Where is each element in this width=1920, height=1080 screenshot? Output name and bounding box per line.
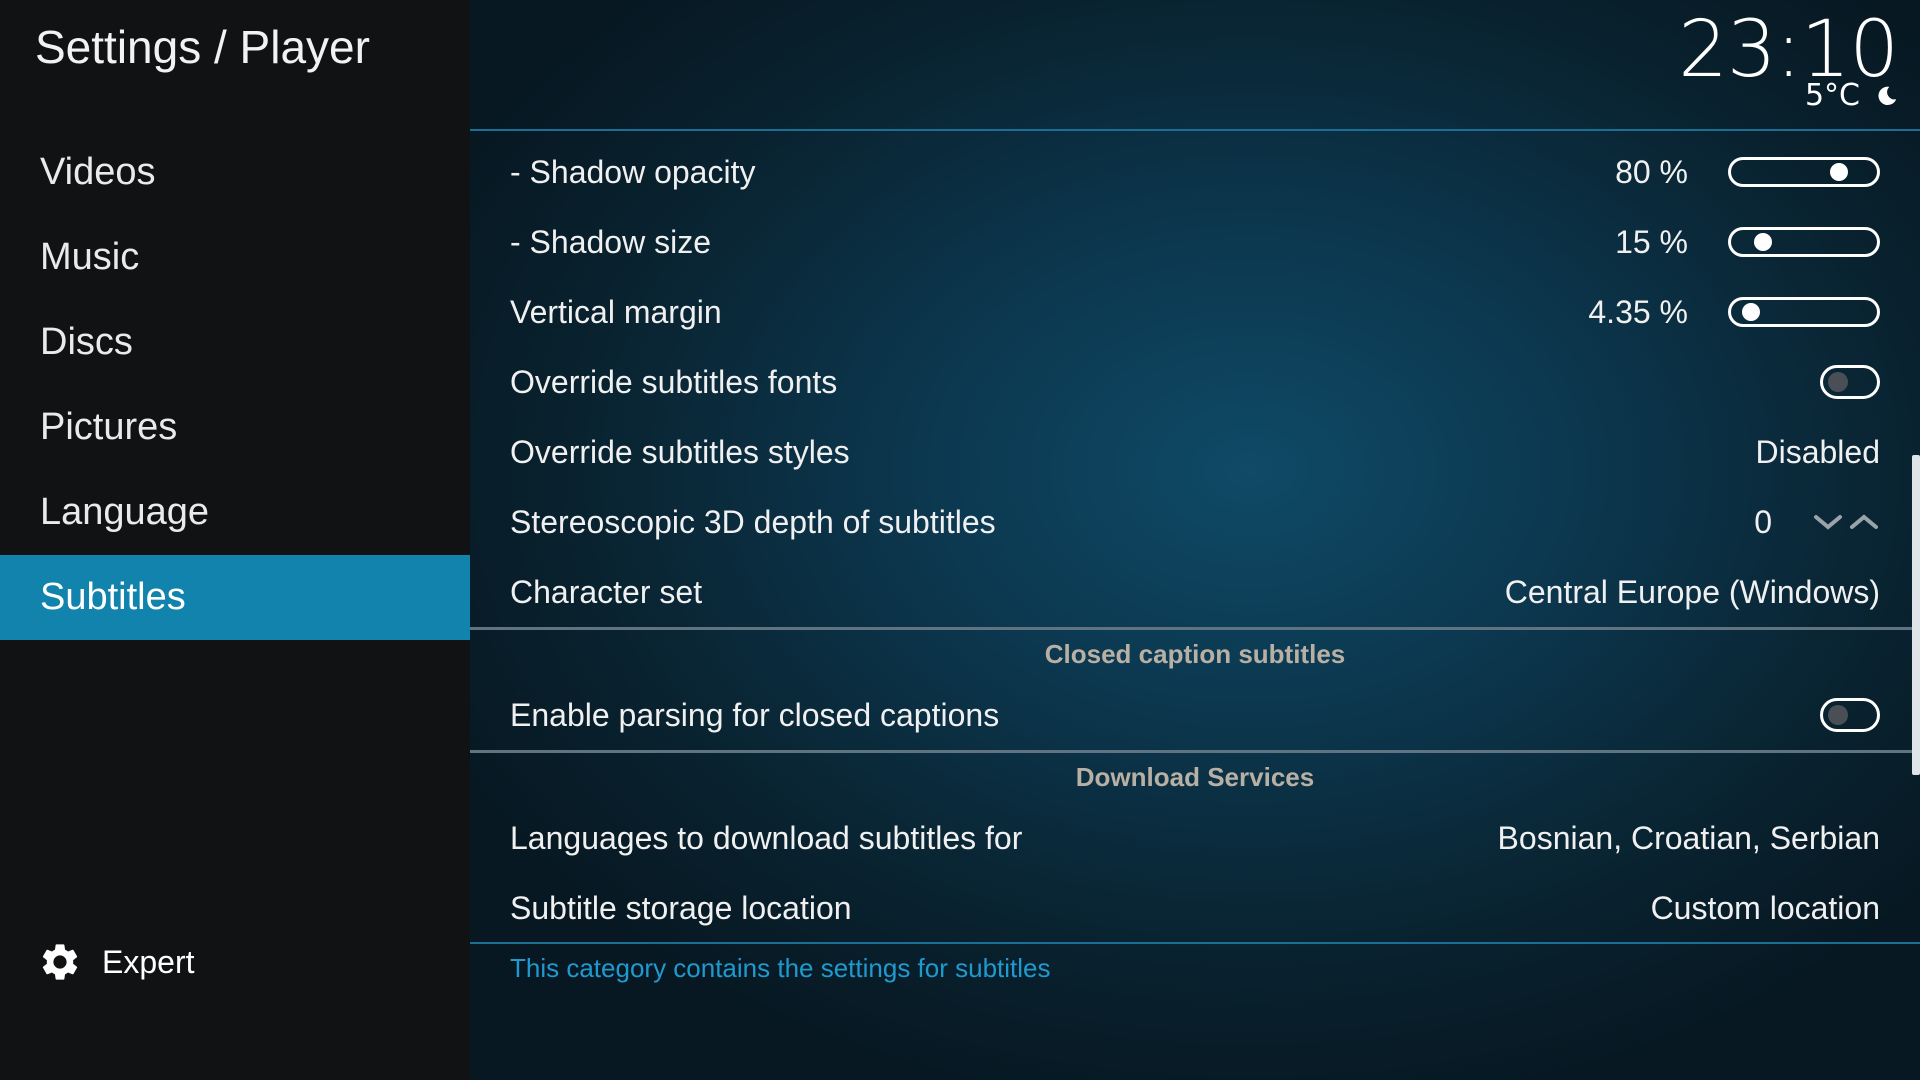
setting-value: Central Europe (Windows) <box>1504 573 1880 610</box>
setting-label: Subtitle storage location <box>510 889 852 926</box>
setting-override-styles[interactable]: Override subtitles styles Disabled <box>470 417 1880 487</box>
header-divider <box>470 129 1920 131</box>
category-description: This category contains the settings for … <box>510 953 1051 983</box>
section-divider <box>470 750 1920 753</box>
shadow-size-slider[interactable] <box>1728 227 1880 257</box>
sidebar-item-music[interactable]: Music <box>0 215 470 300</box>
expert-label: Expert <box>102 943 195 980</box>
section-title-download-services: Download Services <box>1075 762 1315 792</box>
sidebar-item-subtitles[interactable]: Subtitles <box>0 555 470 640</box>
toggle-knob <box>1828 705 1848 725</box>
setting-label: - Shadow size <box>510 223 711 260</box>
setting-label: - Shadow opacity <box>510 153 756 190</box>
sidebar-item-pictures[interactable]: Pictures <box>0 385 470 470</box>
setting-label: Override subtitles fonts <box>510 363 838 400</box>
footer-divider <box>470 942 1920 944</box>
setting-value: 4.35 % <box>1588 293 1688 330</box>
expert-level-button[interactable]: Expert <box>38 940 194 984</box>
weather-info: 5°C <box>1805 78 1898 113</box>
setting-enable-closed-captions[interactable]: Enable parsing for closed captions <box>470 680 1880 750</box>
moon-icon <box>1876 85 1898 107</box>
section-divider <box>470 627 1920 630</box>
scrollbar[interactable] <box>1912 455 1920 775</box>
sidebar-item-videos[interactable]: Videos <box>0 130 470 215</box>
setting-stereo-depth[interactable]: Stereoscopic 3D depth of subtitles 0 <box>470 487 1880 557</box>
setting-override-fonts[interactable]: Override subtitles fonts <box>470 347 1880 417</box>
setting-vertical-margin[interactable]: Vertical margin 4.35 % <box>470 277 1880 347</box>
setting-character-set[interactable]: Character set Central Europe (Windows) <box>470 557 1880 627</box>
sidebar-item-discs[interactable]: Discs <box>0 300 470 385</box>
setting-storage-location[interactable]: Subtitle storage location Custom locatio… <box>470 873 1880 943</box>
setting-download-languages[interactable]: Languages to download subtitles for Bosn… <box>470 803 1880 873</box>
settings-panel: 23:10 5°C - Shadow opacity 80 % - Shadow… <box>470 0 1920 1080</box>
setting-value: Custom location <box>1650 889 1880 926</box>
override-fonts-toggle[interactable] <box>1820 365 1880 399</box>
slider-knob[interactable] <box>1742 303 1761 321</box>
kodi-settings-screen: Settings / Player Videos Music Discs Pic… <box>0 0 1920 1080</box>
sidebar-nav: Videos Music Discs Pictures Language Sub… <box>0 130 470 640</box>
temperature: 5°C <box>1804 78 1860 113</box>
setting-label: Enable parsing for closed captions <box>510 696 1000 733</box>
setting-value: 80 % <box>1615 153 1688 190</box>
sidebar: Settings / Player Videos Music Discs Pic… <box>0 0 470 1080</box>
setting-label: Override subtitles styles <box>510 433 850 470</box>
setting-value: 15 % <box>1615 223 1688 260</box>
setting-label: Languages to download subtitles for <box>510 819 1023 856</box>
setting-shadow-opacity[interactable]: - Shadow opacity 80 % <box>470 137 1880 207</box>
sidebar-item-language[interactable]: Language <box>0 470 470 555</box>
setting-shadow-size[interactable]: - Shadow size 15 % <box>470 207 1880 277</box>
page-title: Settings / Player <box>35 21 370 73</box>
enable-closed-captions-toggle[interactable] <box>1820 698 1880 732</box>
shadow-opacity-slider[interactable] <box>1728 157 1880 187</box>
chevron-down-icon[interactable] <box>1812 512 1844 532</box>
chevron-up-icon[interactable] <box>1848 512 1880 532</box>
spin-control <box>1812 512 1880 532</box>
setting-label: Stereoscopic 3D depth of subtitles <box>510 503 996 540</box>
gear-icon <box>38 940 82 984</box>
vertical-margin-slider[interactable] <box>1728 297 1880 327</box>
setting-value: Bosnian, Croatian, Serbian <box>1497 819 1880 856</box>
section-title-closed-captions: Closed caption subtitles <box>1044 639 1346 669</box>
setting-label: Vertical margin <box>510 293 722 330</box>
setting-value: 0 <box>1754 503 1772 540</box>
slider-knob[interactable] <box>1829 163 1848 181</box>
setting-value: Disabled <box>1755 433 1880 470</box>
slider-knob[interactable] <box>1754 233 1773 251</box>
setting-label: Character set <box>510 573 703 610</box>
toggle-knob <box>1828 372 1848 392</box>
